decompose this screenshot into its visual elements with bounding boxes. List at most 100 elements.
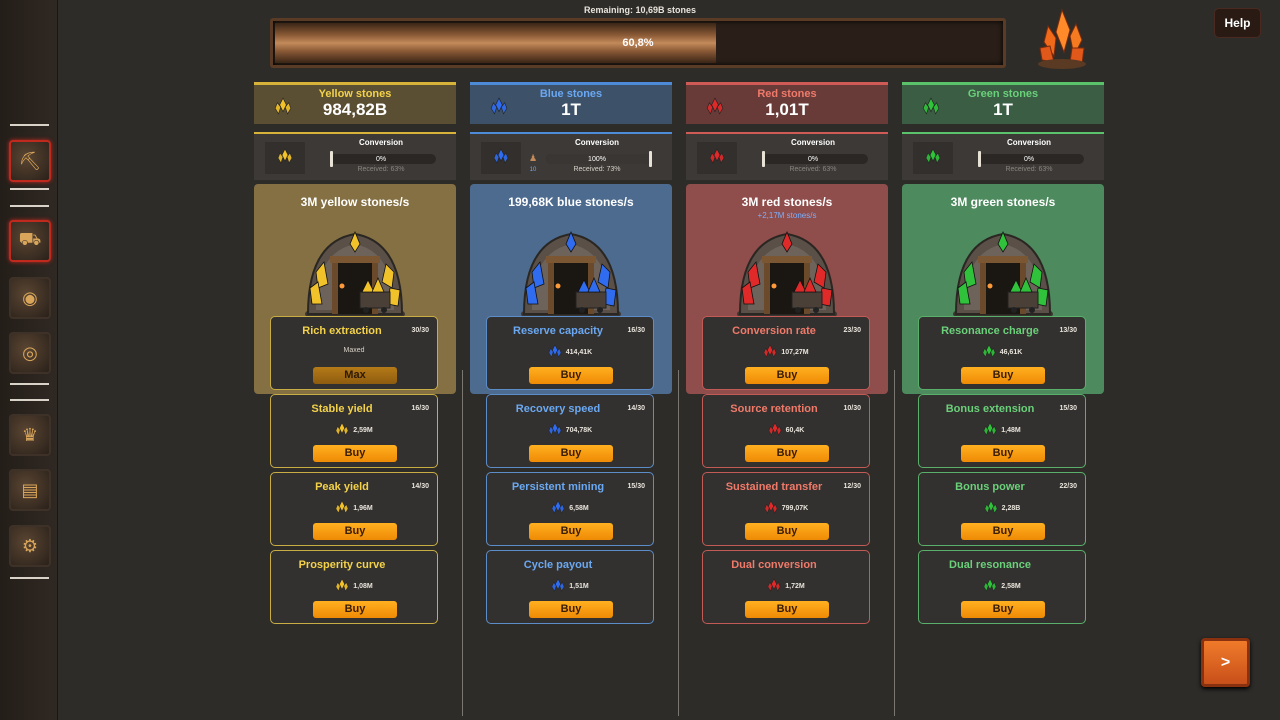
buy-button[interactable]: Buy	[961, 445, 1045, 462]
buy-button[interactable]: Buy	[529, 601, 613, 618]
mining-rate-bonus: +2,17M stones/s	[757, 211, 817, 220]
mining-rate: 3M yellow stones/s	[300, 195, 410, 209]
conversion-slot[interactable]	[481, 142, 521, 174]
conversion-percent: 0%	[807, 156, 819, 163]
red-gem-icon	[764, 500, 778, 516]
sack-icon: ◉	[22, 287, 38, 308]
buy-button[interactable]: Buy	[745, 367, 829, 384]
conversion-received: Received: 63%	[789, 166, 837, 173]
conversion-slot[interactable]	[697, 142, 737, 174]
conversion-received: Received: 63%	[1005, 166, 1053, 173]
upgrade-cost: 46,61K	[919, 344, 1085, 360]
sidebar-button-trophy[interactable]: ♛	[9, 414, 51, 456]
buy-button[interactable]: Buy	[961, 601, 1045, 618]
buy-button[interactable]: Buy	[313, 523, 397, 540]
blue-gem-icon	[548, 422, 562, 438]
upgrade-name: Source retention	[730, 403, 818, 415]
upgrade-level: 23/30	[843, 327, 861, 334]
mine-entrance-icon[interactable]	[950, 222, 1056, 326]
yellow-conversion-panel: Conversion 0% Received: 63%	[254, 132, 456, 180]
upgrade-cost: 2,58M	[919, 578, 1085, 594]
green-upgrades-list: Resonance charge 13/30 46,61K Buy Bonus …	[918, 316, 1086, 628]
sidebar-button-stats[interactable]: ▤	[9, 469, 51, 511]
sidebar-button-coins[interactable]: ◎	[9, 332, 51, 374]
sidebar-button-mine[interactable]: ⛏	[9, 140, 51, 182]
left-sidebar: ⛏ ⛟ ◉ ◎ ♛ ▤ ⚙	[0, 0, 58, 720]
sidebar-separator	[10, 399, 49, 401]
upgrade-cost-value: 1,72M	[785, 582, 805, 590]
green-gem-icon	[983, 422, 997, 438]
blue-gem-icon	[548, 344, 562, 360]
conversion-slot[interactable]	[913, 142, 953, 174]
upgrade-cost-value: 414,41K	[565, 348, 593, 356]
upgrade-level: 16/30	[411, 405, 429, 412]
blue-gem-icon	[490, 97, 508, 120]
red-gem-icon	[706, 97, 724, 120]
buy-button[interactable]: Buy	[529, 445, 613, 462]
upgrade-level: 13/30	[1059, 327, 1077, 334]
upgrade-cost: 1,08M	[271, 578, 437, 594]
max-button[interactable]: Max	[313, 367, 397, 384]
mine-entrance-icon[interactable]	[302, 222, 408, 326]
upgrade-name: Prosperity curve	[298, 559, 386, 571]
blue-conversion-panel: ♟ 10 Conversion 100% Received: 73%	[470, 132, 672, 180]
upgrade-name: Stable yield	[311, 403, 373, 415]
buy-button[interactable]: Buy	[745, 523, 829, 540]
upgrade-level: 12/30	[843, 483, 861, 490]
buy-button[interactable]: Buy	[961, 367, 1045, 384]
upgrade-cost-value: 704,78K	[565, 426, 593, 434]
sidebar-button-sack[interactable]: ◉	[9, 277, 51, 319]
buy-button[interactable]: Buy	[961, 523, 1045, 540]
upgrade-cost: 1,48M	[919, 422, 1085, 438]
upgrade-cost: 107,27M	[703, 344, 869, 360]
upgrade-level: 22/30	[1059, 483, 1077, 490]
upgrade-cost: 6,58M	[487, 500, 653, 516]
upgrade-cost: 1,51M	[487, 578, 653, 594]
column-divider	[462, 370, 463, 716]
column-divider	[894, 370, 895, 716]
upgrade-card: Dual conversion 1,72M Buy	[702, 550, 870, 624]
mine-entrance-icon[interactable]	[518, 222, 624, 326]
buy-button[interactable]: Buy	[529, 523, 613, 540]
buy-button[interactable]: Buy	[313, 445, 397, 462]
sidebar-separator	[10, 205, 49, 207]
buy-button[interactable]: Buy	[313, 601, 397, 618]
upgrade-name: Recovery speed	[515, 403, 601, 415]
upgrade-cost-value: 1,48M	[1001, 426, 1021, 434]
upgrade-level: 15/30	[1059, 405, 1077, 412]
trophy-icon: ♛	[21, 424, 39, 445]
buy-button[interactable]: Buy	[529, 367, 613, 384]
help-button[interactable]: Help	[1214, 8, 1261, 38]
mine-entrance-icon[interactable]	[734, 222, 840, 326]
upgrade-level: 14/30	[411, 483, 429, 490]
buy-button[interactable]: Buy	[745, 601, 829, 618]
conversion-received: Received: 73%	[573, 166, 621, 173]
upgrade-card: Resonance charge 13/30 46,61K Buy	[918, 316, 1086, 390]
green-gem-icon	[983, 578, 997, 594]
upgrade-cost-value: 1,96M	[353, 504, 373, 512]
buy-button[interactable]: Buy	[745, 445, 829, 462]
green-gem-icon	[922, 97, 940, 120]
upgrade-card: Reserve capacity 16/30 414,41K Buy	[486, 316, 654, 390]
upgrade-name: Conversion rate	[732, 325, 816, 337]
conversion-slot[interactable]	[265, 142, 305, 174]
upgrade-name: Resonance charge	[941, 325, 1039, 337]
upgrade-card: Source retention 10/30 60,4K Buy	[702, 394, 870, 468]
green-conversion-panel: Conversion 0% Received: 63%	[902, 132, 1104, 180]
yellow-upgrades-list: Rich extraction 30/30 Maxed Max Stable y…	[270, 316, 438, 628]
conversion-title: Conversion	[790, 138, 835, 147]
red-header: Red stones 1,01T	[686, 82, 888, 124]
mining-rate: 199,68K blue stones/s	[508, 195, 634, 209]
sidebar-button-gear[interactable]: ⚙	[9, 525, 51, 567]
upgrade-card: Persistent mining 15/30 6,58M Buy	[486, 472, 654, 546]
stats-icon: ▤	[21, 479, 39, 500]
upgrade-card: Bonus power 22/30 2,28B Buy	[918, 472, 1086, 546]
blue-gem-icon	[551, 578, 565, 594]
red-gem-icon	[768, 422, 782, 438]
next-page-button[interactable]: >	[1201, 638, 1250, 687]
conversion-percent: 100%	[588, 156, 606, 163]
sidebar-button-mine-cart[interactable]: ⛟	[9, 220, 51, 262]
upgrade-cost: 2,59M	[271, 422, 437, 438]
red-conversion-panel: Conversion 0% Received: 63%	[686, 132, 888, 180]
conversion-title: Conversion	[1006, 138, 1051, 147]
